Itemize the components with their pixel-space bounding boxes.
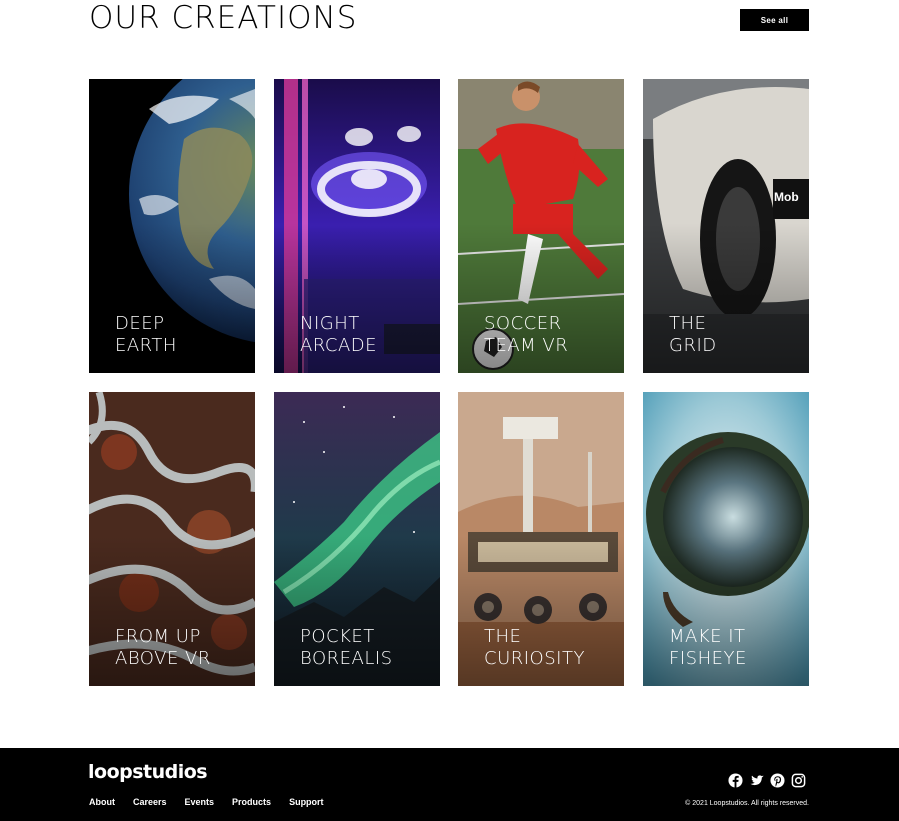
card-title: SOCCER TEAM VR: [484, 313, 569, 356]
creation-card-make-it-fisheye[interactable]: MAKE IT FISHEYE: [643, 392, 809, 686]
footer-link-about[interactable]: About: [89, 797, 115, 807]
footer: loopstudios About Careers Events Product…: [0, 748, 899, 821]
twitter-icon[interactable]: [749, 773, 764, 788]
card-title: NIGHT ARCADE: [300, 313, 378, 356]
svg-text:Mob: Mob: [774, 190, 799, 204]
creation-card-the-grid[interactable]: Mob THE GRID: [643, 79, 809, 373]
copyright: © 2021 Loopstudios. All rights reserved.: [685, 800, 809, 807]
instagram-icon[interactable]: [791, 773, 806, 788]
footer-link-products[interactable]: Products: [232, 797, 271, 807]
footer-link-careers[interactable]: Careers: [133, 797, 167, 807]
card-title: POCKET BOREALIS: [300, 626, 393, 669]
see-all-button[interactable]: See all: [740, 9, 809, 31]
card-title: DEEP EARTH: [115, 313, 177, 356]
creation-card-deep-earth[interactable]: DEEP EARTH: [89, 79, 255, 373]
card-title: THE GRID: [669, 313, 717, 356]
social-links: [728, 773, 806, 788]
creation-card-the-curiosity[interactable]: THE CURIOSITY: [458, 392, 624, 686]
creation-card-night-arcade[interactable]: NIGHT ARCADE: [274, 79, 440, 373]
pinterest-icon[interactable]: [770, 773, 785, 788]
card-title: FROM UP ABOVE VR: [115, 626, 211, 669]
logo[interactable]: loopstudios: [88, 761, 208, 783]
card-title: THE CURIOSITY: [484, 626, 585, 669]
footer-link-support[interactable]: Support: [289, 797, 324, 807]
page-title: OUR CREATIONS: [89, 0, 358, 36]
creation-card-soccer-team-vr[interactable]: SOCCER TEAM VR: [458, 79, 624, 373]
footer-link-events[interactable]: Events: [185, 797, 215, 807]
card-title: MAKE IT FISHEYE: [669, 626, 747, 669]
creation-card-from-up-above-vr[interactable]: FROM UP ABOVE VR: [89, 392, 255, 686]
creation-card-pocket-borealis[interactable]: POCKET BOREALIS: [274, 392, 440, 686]
facebook-icon[interactable]: [728, 773, 743, 788]
footer-nav: About Careers Events Products Support: [89, 797, 324, 807]
